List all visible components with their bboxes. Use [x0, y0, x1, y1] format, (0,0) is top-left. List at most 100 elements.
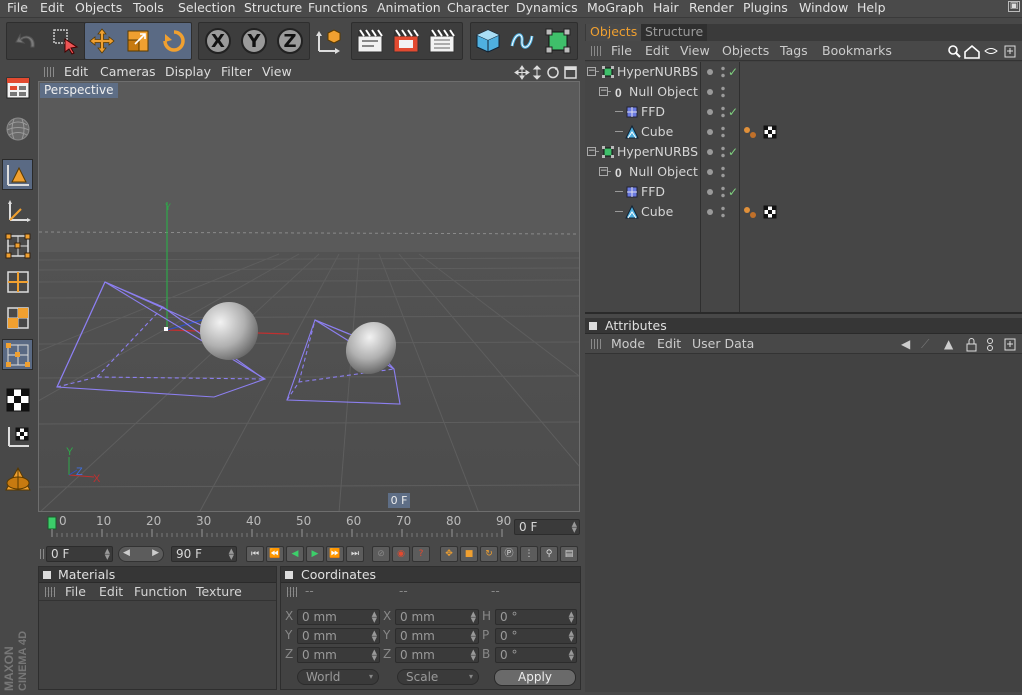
- object-name[interactable]: HyperNURBS: [617, 62, 698, 82]
- menu-hair[interactable]: Hair: [653, 0, 679, 17]
- render-picture-viewer-icon[interactable]: [389, 24, 423, 58]
- attributes-tool-icons[interactable]: [965, 337, 1017, 352]
- editor-visibility-dot[interactable]: [707, 109, 713, 115]
- edge-mode-icon[interactable]: [2, 195, 33, 226]
- up-arrow-icon[interactable]: ▲: [944, 337, 953, 351]
- y-axis-lock-icon[interactable]: Y: [237, 24, 271, 58]
- play-forward-icon[interactable]: ▶: [306, 546, 324, 562]
- object-name[interactable]: FFD: [641, 102, 665, 122]
- texture-tag-icon[interactable]: [763, 125, 777, 139]
- enabled-check-icon[interactable]: ✓: [728, 102, 738, 122]
- render-settings-icon[interactable]: [425, 24, 459, 58]
- render-visibility-dots[interactable]: [721, 125, 725, 139]
- menu-help[interactable]: Help: [857, 0, 886, 17]
- attributes-menu-user-data[interactable]: User Data: [692, 336, 754, 351]
- timeline-ruler[interactable]: 0 10 20 30 40 50 60 70 80 90 0 F ▲ ▼: [38, 513, 580, 541]
- edges-grid-icon[interactable]: [2, 266, 33, 297]
- object-name[interactable]: Null Object: [629, 82, 698, 102]
- menu-render[interactable]: Render: [689, 0, 734, 17]
- scale-tool-icon[interactable]: [121, 24, 155, 58]
- enabled-check-icon[interactable]: ✓: [728, 182, 738, 202]
- menu-functions[interactable]: Functions: [308, 0, 368, 17]
- end-frame-field[interactable]: 90 F ▲ ▼: [171, 546, 237, 562]
- undo-icon[interactable]: [10, 24, 44, 58]
- scheme-icon[interactable]: ⚲: [540, 546, 558, 562]
- position-x-field[interactable]: 0 mm ▲ ▼: [297, 609, 380, 625]
- menu-objects[interactable]: Objects: [75, 0, 122, 17]
- timeline-window-icon[interactable]: ▤: [560, 546, 578, 562]
- editor-visibility-dot[interactable]: [707, 69, 713, 75]
- render-visibility-dots[interactable]: [721, 85, 725, 99]
- rotation-h-field[interactable]: 0 ° ▲ ▼: [495, 609, 577, 625]
- viewport-menu-cameras[interactable]: Cameras: [100, 64, 156, 80]
- viewport-menu-edit[interactable]: Edit: [64, 64, 88, 80]
- render-view-icon[interactable]: [353, 24, 387, 58]
- menu-file[interactable]: File: [7, 0, 28, 17]
- object-tree-row[interactable]: FFD ✓: [585, 182, 1022, 202]
- add-spline-icon[interactable]: [505, 24, 539, 58]
- materials-menu-function[interactable]: Function: [134, 584, 187, 599]
- phong-tag-icon[interactable]: [743, 205, 757, 219]
- apply-button[interactable]: Apply: [494, 669, 576, 686]
- tree-collapse-toggle[interactable]: −: [587, 67, 596, 76]
- editor-visibility-dot[interactable]: [707, 169, 713, 175]
- key-rotation-icon[interactable]: ↻: [480, 546, 498, 562]
- add-cube-icon[interactable]: [471, 24, 505, 58]
- autokeying-icon[interactable]: ?: [412, 546, 430, 562]
- texture-tag-icon[interactable]: [763, 205, 777, 219]
- menu-character[interactable]: Character: [447, 0, 509, 17]
- render-visibility-dots[interactable]: [721, 185, 725, 199]
- materials-menu-file[interactable]: File: [65, 584, 86, 599]
- object-name[interactable]: Null Object: [629, 162, 698, 182]
- attributes-menu-mode[interactable]: Mode: [611, 336, 645, 351]
- object-tree-row[interactable]: Cube: [585, 122, 1022, 142]
- tree-collapse-toggle[interactable]: −: [599, 167, 608, 176]
- window-restore-icon[interactable]: ▣: [1008, 1, 1020, 12]
- key-parameter-icon[interactable]: Ⓟ: [500, 546, 518, 562]
- object-name[interactable]: FFD: [641, 182, 665, 202]
- editor-visibility-dot[interactable]: [707, 149, 713, 155]
- animation-mode-icon[interactable]: [2, 464, 33, 495]
- position-z-field[interactable]: 0 mm ▲ ▼: [297, 647, 380, 663]
- object-name[interactable]: Cube: [641, 202, 673, 222]
- back-arrow-icon[interactable]: ◀: [901, 337, 910, 351]
- objects-menu-view[interactable]: View: [680, 43, 710, 58]
- record-disabled-icon[interactable]: ⊘: [372, 546, 390, 562]
- size-mode-dropdown[interactable]: Scale ▾: [397, 669, 479, 685]
- x-axis-lock-icon[interactable]: X: [201, 24, 235, 58]
- object-tree-row[interactable]: − HyperNURBS ✓: [585, 142, 1022, 162]
- key-pla-icon[interactable]: ⋮: [520, 546, 538, 562]
- object-tree-row[interactable]: Cube: [585, 202, 1022, 222]
- menu-edit[interactable]: Edit: [40, 0, 64, 17]
- uv-points-icon[interactable]: [2, 339, 33, 370]
- object-tree-row[interactable]: − HyperNURBS ✓: [585, 62, 1022, 82]
- render-visibility-dots[interactable]: [721, 145, 725, 159]
- phong-tag-icon[interactable]: [743, 125, 757, 139]
- size-z-field[interactable]: 0 mm ▲ ▼: [395, 647, 479, 663]
- menu-dynamics[interactable]: Dynamics: [516, 0, 578, 17]
- key-scale-icon[interactable]: ■: [460, 546, 478, 562]
- object-tree-row[interactable]: FFD ✓: [585, 102, 1022, 122]
- materials-menu-edit[interactable]: Edit: [99, 584, 123, 599]
- attributes-menu-edit[interactable]: Edit: [657, 336, 681, 351]
- materials-menu-texture[interactable]: Texture: [196, 584, 242, 599]
- go-to-end-icon[interactable]: ⏭: [346, 546, 364, 562]
- object-tree-row[interactable]: −0 Null Object: [585, 162, 1022, 182]
- coordinate-system-icon[interactable]: [311, 24, 345, 58]
- render-visibility-dots[interactable]: [721, 205, 725, 219]
- object-tree-row[interactable]: −0 Null Object: [585, 82, 1022, 102]
- texture-mode-icon[interactable]: [2, 384, 33, 415]
- perspective-viewport[interactable]: Y Z X Y: [38, 81, 580, 512]
- objects-nav-icons[interactable]: [947, 44, 1019, 59]
- texture-axis-icon[interactable]: [2, 420, 33, 451]
- menu-selection[interactable]: Selection: [178, 0, 236, 17]
- object-tool-icon[interactable]: [2, 113, 33, 144]
- polygon-mode-icon[interactable]: [2, 230, 33, 261]
- viewport-menu-display[interactable]: Display: [165, 64, 211, 80]
- tab-objects[interactable]: Objects: [586, 24, 642, 41]
- rotation-p-field[interactable]: 0 ° ▲ ▼: [495, 628, 577, 644]
- menu-plugins[interactable]: Plugins: [743, 0, 788, 17]
- tree-collapse-toggle[interactable]: −: [599, 87, 608, 96]
- menu-structure[interactable]: Structure: [244, 0, 302, 17]
- start-frame-field[interactable]: 0 F ▲ ▼: [46, 546, 113, 562]
